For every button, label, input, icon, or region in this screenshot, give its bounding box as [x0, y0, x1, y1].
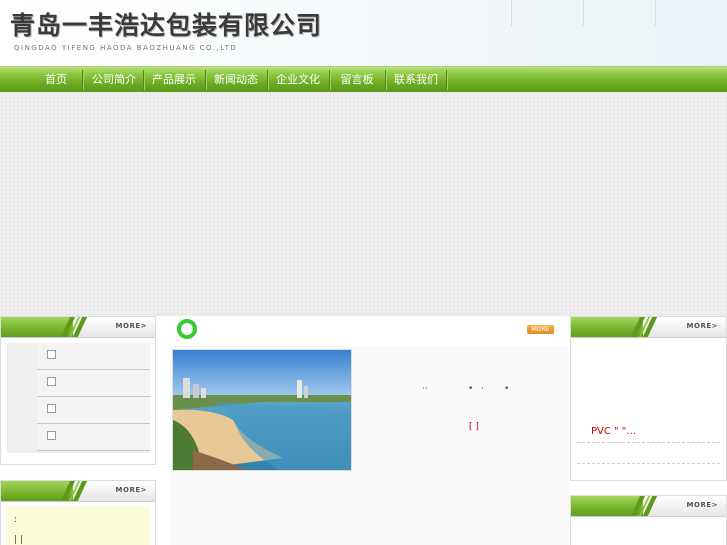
bullet-icon — [47, 404, 56, 413]
nav-separator — [267, 70, 268, 90]
more-link[interactable]: MORE> — [116, 322, 147, 330]
nav-separator — [82, 70, 83, 90]
news-item[interactable]: PVC " "... — [591, 426, 636, 437]
nav-separator — [205, 70, 206, 90]
box-header: MORE> — [1, 481, 155, 502]
bullet-icon — [47, 431, 56, 440]
contact-info: : | | — [7, 507, 150, 545]
company-logo-title[interactable]: 青岛一丰浩达包装有限公司 — [10, 6, 322, 42]
bullet-icon — [47, 350, 56, 359]
box-header: MORE> — [571, 496, 726, 517]
intro-text: ·· — [422, 384, 428, 394]
left-contact-box: MORE> : | | — [0, 480, 156, 545]
intro-text: • — [504, 384, 510, 394]
nav-item-about[interactable]: 公司简介 — [88, 67, 140, 92]
nav-item-products[interactable]: 产品展示 — [148, 67, 200, 92]
bullet-icon — [47, 377, 56, 386]
nav-item-contact[interactable]: 联系我们 — [390, 67, 442, 92]
list-item[interactable] — [37, 424, 150, 451]
divider — [577, 463, 720, 464]
nav-separator — [446, 70, 447, 90]
banner-area — [0, 92, 727, 316]
box-header: MORE> — [1, 317, 155, 338]
nav-separator — [385, 70, 386, 90]
right-second-box: MORE> — [570, 495, 727, 545]
header-divider — [511, 0, 512, 26]
box-header: MORE> — [571, 317, 726, 338]
center-intro-box: MORE ·· • · • [] — [170, 316, 570, 545]
nav-item-guestbook[interactable]: 留言板 — [334, 67, 380, 92]
more-link[interactable]: MORE> — [687, 501, 718, 509]
company-photo[interactable] — [172, 349, 352, 471]
nav-separator — [329, 70, 330, 90]
contact-line: : — [14, 515, 18, 525]
left-category-box: MORE> — [0, 316, 156, 465]
list-item[interactable] — [37, 370, 150, 397]
list-item[interactable] — [37, 397, 150, 424]
intro-text: · — [481, 384, 484, 394]
intro-text: • — [468, 384, 474, 394]
more-button[interactable]: MORE — [527, 325, 554, 334]
nav-item-home[interactable]: 首页 — [36, 67, 76, 92]
contact-line: | | — [14, 535, 23, 545]
more-link[interactable]: MORE> — [116, 486, 147, 494]
nav-separator — [143, 70, 144, 90]
header-divider — [583, 0, 584, 26]
center-box-header: MORE — [170, 316, 570, 346]
category-list — [7, 343, 150, 453]
divider — [577, 442, 720, 443]
header-divider — [655, 0, 656, 26]
right-news-box: MORE> PVC " "... — [570, 316, 727, 481]
more-link[interactable]: MORE> — [687, 322, 718, 330]
circle-icon — [177, 319, 197, 339]
main-nav: 首页 公司简介 产品展示 新闻动态 企业文化 留言板 联系我们 — [0, 66, 727, 92]
nav-item-culture[interactable]: 企业文化 — [272, 67, 324, 92]
list-item[interactable] — [37, 343, 150, 370]
company-english-name: QINGDAO YIFENG HAODA BAOZHUANG CO.,LTD — [14, 44, 238, 52]
nav-item-news[interactable]: 新闻动态 — [210, 67, 262, 92]
beach-scene-image — [173, 350, 351, 470]
read-more-link[interactable]: [ ] — [469, 422, 479, 432]
header: 青岛一丰浩达包装有限公司 QINGDAO YIFENG HAODA BAOZHU… — [0, 0, 727, 66]
